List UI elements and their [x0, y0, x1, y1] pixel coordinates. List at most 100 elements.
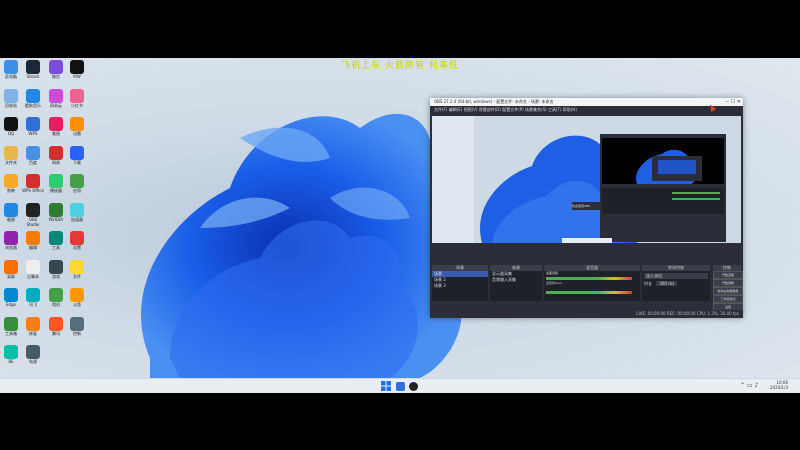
desktop-icon[interactable]: 文件夹	[0, 145, 22, 170]
scene-item[interactable]: 场景 3	[432, 283, 488, 289]
desktop-icon[interactable]: 电源	[22, 345, 44, 369]
obs-statusbar: LIVE: 00:00:00 REC: 00:00:00 CPU: 1.3%, …	[430, 310, 743, 318]
desktop-icon[interactable]: 百度	[22, 145, 44, 170]
desktop-icon[interactable]: 设置	[66, 231, 88, 255]
desktop-icon[interactable]: 记事本	[22, 259, 44, 284]
desktop-icon[interactable]: 浏览器	[0, 231, 22, 255]
desktop-icon[interactable]: 美图	[45, 117, 67, 141]
app17-icon	[4, 174, 18, 188]
app31-icon	[49, 259, 63, 274]
desktop-icon-label: Steam	[26, 74, 40, 79]
start-recording-button[interactable]: 开始录制	[713, 279, 743, 287]
taskbar-explorer-icon[interactable]	[396, 382, 405, 391]
mixer-track-label: 麦克风/Aux	[546, 281, 562, 285]
desktop-icon[interactable]: 应用	[66, 174, 88, 198]
desktop-icon-label: 录屏	[7, 273, 15, 279]
desktop-icon[interactable]: 修复	[22, 316, 44, 341]
desktop-icon[interactable]: 编辑	[22, 231, 44, 255]
desktop-icon[interactable]: 网易	[45, 145, 67, 170]
app7-icon	[49, 88, 63, 103]
desktop-icon[interactable]: WPS	[22, 117, 44, 141]
transition-select[interactable]: 淡入淡出	[644, 273, 708, 279]
desktop-icon[interactable]: 文件	[66, 259, 88, 284]
desktop-icon-label: 文件夹	[5, 159, 17, 165]
desktop-icon-label: 浏览器	[5, 245, 17, 250]
desktop-icon-label: 百度	[29, 159, 37, 165]
app19-icon	[49, 174, 63, 188]
desktop-icon-label: QQ	[7, 131, 15, 136]
start-icon[interactable]	[381, 381, 391, 391]
desktop-icon[interactable]: NVIDIA	[45, 202, 67, 227]
desktop-icon[interactable]: 相机	[45, 288, 67, 312]
desktop-icon[interactable]: 斗鱼	[66, 288, 88, 312]
desktop-icon[interactable]: 录屏	[0, 259, 22, 284]
virtual-camera-button[interactable]: 启动虚拟摄像机	[713, 287, 743, 295]
desktop-icon-label: 相机	[52, 302, 60, 307]
desktop-icon[interactable]: 腾讯	[45, 316, 67, 341]
obs-preview[interactable]: 欢迎使用OBS	[432, 116, 741, 243]
desktop-icon[interactable]: 讯飞	[22, 288, 44, 312]
app20-icon	[70, 174, 84, 188]
transitions-panel: 淡入淡出 时长 300 ms	[642, 271, 710, 301]
app32-icon	[70, 259, 84, 274]
desktop-icon[interactable]: 网易云	[45, 88, 67, 113]
desktop-icon[interactable]: WPS Office	[22, 174, 44, 198]
preview-badge: 欢迎使用OBS	[572, 204, 591, 208]
desktop-icon-label: Edge	[5, 302, 17, 307]
desktop-icon[interactable]: 加速器	[66, 202, 88, 227]
mixer-meter-mic	[546, 291, 632, 294]
desktop-icon-label: 播放器	[50, 188, 62, 193]
desktop-icon-label: WPS	[28, 131, 38, 136]
taskbar-obs-icon[interactable]	[409, 382, 418, 391]
desktop-icon-label: OBS Studio	[26, 216, 40, 227]
obs-menubar[interactable]: 文件(F) 编辑(E) 视图(V) 停靠部件(D) 配置文件(P) 场景集合(S…	[430, 106, 743, 113]
app26-icon	[26, 231, 40, 245]
app29-icon	[4, 259, 18, 274]
app41-icon	[4, 345, 18, 359]
desktop-icon[interactable]: 控制	[66, 316, 88, 341]
sources-panel: 显示器采集 音频输入采集	[490, 271, 542, 301]
desktop-icon[interactable]: 工具箱	[0, 316, 22, 341]
desktop-icon[interactable]: QQ	[0, 117, 22, 141]
studio-mode-button[interactable]: 工作室模式	[713, 295, 743, 303]
desktop-icon-label: WPS Office	[22, 188, 44, 193]
desktop-icon[interactable]: 小红书	[66, 88, 88, 113]
app15-icon	[49, 145, 63, 160]
desktop-icon[interactable]: 迅雷	[66, 117, 88, 141]
desktop-icon[interactable]: 工具	[45, 231, 67, 255]
window-controls[interactable]: ‒ ☐ ✕	[726, 98, 741, 106]
nvidia-icon	[49, 202, 63, 217]
system-tray-icons[interactable]: ⌃ ▭ ♪	[740, 382, 758, 389]
app28-icon	[70, 231, 84, 245]
desktop-icon[interactable]: OBS Studio	[22, 202, 44, 227]
desktop-icon-label: 酷狗音乐	[25, 102, 41, 108]
desktop-icon[interactable]: 酷狗音乐	[22, 88, 44, 113]
desktop-icon-label: 小红书	[71, 102, 83, 108]
desktop-icon[interactable]: 回收站	[0, 88, 22, 113]
desktop-icon[interactable]: 截图	[0, 202, 22, 227]
desktop-icon-label: 微信	[52, 74, 60, 79]
desktop-icon[interactable]: 下载	[66, 145, 88, 170]
desktop-icon-label: 修复	[29, 330, 37, 336]
desktop-icon-label: 加速器	[71, 216, 83, 222]
desktop-icon-label: 电源	[29, 359, 37, 364]
source-item[interactable]: 音频输入采集	[490, 277, 542, 283]
desktop-icon[interactable]: Edge	[0, 288, 22, 312]
qq-icon	[4, 117, 18, 131]
desktop-icon-label: 网易	[52, 159, 60, 165]
start-streaming-button[interactable]: 开始直播	[713, 271, 743, 279]
desktop-icon[interactable]: BE	[0, 345, 22, 369]
desktop-icon[interactable]: 播放器	[45, 174, 67, 198]
clock[interactable]: 10:06 2024/1/3	[770, 380, 788, 390]
desktop-icon[interactable]: 游戏	[45, 259, 67, 284]
duration-value[interactable]: 300 ms	[656, 281, 678, 286]
duration-label: 时长	[644, 281, 652, 286]
app10-icon	[26, 117, 40, 131]
desktop-icon-label: 讯飞	[29, 302, 37, 307]
desktop-icon[interactable]: 剪映	[0, 174, 22, 198]
obs-window[interactable]: OBS 27.2.4 (64-bit, windows) - 配置文件: 未命名…	[430, 98, 743, 318]
obs-titlebar[interactable]: OBS 27.2.4 (64-bit, windows) - 配置文件: 未命名…	[430, 98, 743, 106]
desktop-icon-label: 控制	[73, 330, 81, 336]
app11-icon	[49, 117, 63, 131]
app12-icon	[70, 117, 84, 131]
